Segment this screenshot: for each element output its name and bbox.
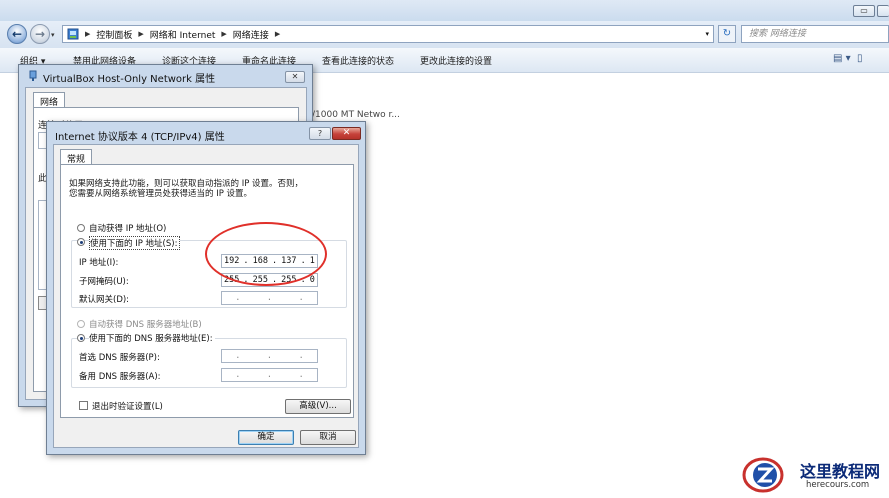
octet-dot: . <box>298 293 304 303</box>
cancel-button[interactable]: 取消 <box>300 430 356 445</box>
ipv4-properties-dialog: Internet 协议版本 4 (TCP/IPv4) 属性 ? ✕ 常规 如果网… <box>46 121 366 455</box>
breadcrumb-network-connections[interactable]: 网络连接 <box>233 28 269 41</box>
dns-auto-radio[interactable] <box>77 320 85 328</box>
refresh-icon[interactable]: ↻ <box>718 25 736 43</box>
ipv4-close-button[interactable]: ✕ <box>332 127 361 140</box>
octet-dot: . <box>235 370 241 380</box>
view-status-command[interactable]: 查看此连接的状态 <box>322 54 394 67</box>
watermark-title: 这里教程网 <box>800 462 881 481</box>
help-button[interactable]: ? <box>309 127 331 140</box>
change-settings-command[interactable]: 更改此连接的设置 <box>420 54 492 67</box>
address-dropdown-icon[interactable]: ▾ <box>705 30 709 38</box>
alternate-dns-input[interactable]: ... <box>221 368 318 382</box>
explorer-title-bar: ▭ <box>0 0 889 21</box>
octet-dot: . <box>266 370 273 380</box>
ip-auto-label: 自动获得 IP 地址(O) <box>89 224 167 234</box>
preferred-dns-input[interactable]: ... <box>221 349 318 363</box>
gateway-label: 默认网关(D): <box>79 295 130 305</box>
address-bar-strip: ← → ▾ ▶ 控制面板 ▶ 网络和 Internet ▶ 网络连接 ▶ ▾ ↻… <box>0 21 889 48</box>
subnet-mask-label: 子网掩码(U): <box>79 277 129 287</box>
octet-dot: . <box>235 351 241 361</box>
crumb-separator: ▶ <box>221 30 227 38</box>
adapter-description: /1000 MT Netwo r... <box>312 110 400 120</box>
ipv4-dialog-title: Internet 协议版本 4 (TCP/IPv4) 属性 <box>55 132 225 143</box>
advanced-button[interactable]: 高级(V)... <box>285 399 351 414</box>
dns-manual-radio[interactable] <box>77 334 85 342</box>
breadcrumb-control-panel[interactable]: 控制面板 <box>96 28 132 41</box>
octet-dot: . <box>266 293 273 303</box>
ip-manual-radio[interactable] <box>77 238 85 246</box>
vbox-dialog-title: VirtualBox Host-Only Network 属性 <box>43 74 216 85</box>
intro-text-line2: 您需要从网络系统管理员处获得适当的 IP 设置。 <box>69 189 253 199</box>
crumb-separator: ▶ <box>274 30 281 38</box>
ipv4-dialog-body: 常规 如果网络支持此功能，则可以获取自动指派的 IP 设置。否则， 您需要从网络… <box>53 144 359 448</box>
history-dropdown-icon[interactable]: ▾ <box>51 31 55 39</box>
preferred-dns-label: 首选 DNS 服务器(P): <box>79 353 160 363</box>
validate-on-exit-label: 退出时验证设置(L) <box>92 402 163 412</box>
ip-auto-radio[interactable] <box>77 224 85 232</box>
dns-manual-label: 使用下面的 DNS 服务器地址(E): <box>89 332 215 344</box>
validate-on-exit-checkbox[interactable] <box>79 401 88 410</box>
octet-dot: . <box>235 293 241 303</box>
ok-button[interactable]: 确定 <box>238 430 294 445</box>
alternate-dns-label: 备用 DNS 服务器(A): <box>79 372 161 382</box>
breadcrumb-network-internet[interactable]: 网络和 Internet <box>150 28 216 41</box>
network-adapter-icon <box>29 70 37 81</box>
control-panel-icon <box>67 28 79 40</box>
general-tab-panel: 如果网络支持此功能，则可以获取自动指派的 IP 设置。否则， 您需要从网络系统管… <box>60 164 354 418</box>
dns-auto-label: 自动获得 DNS 服务器地址(B) <box>89 320 202 330</box>
ip-address-label: IP 地址(I): <box>79 258 119 268</box>
view-options-icon[interactable]: ▤ ▾ ▯ <box>833 53 863 64</box>
maximize-button[interactable] <box>877 5 889 17</box>
watermark-url: herecours.com <box>806 480 870 490</box>
back-arrow-icon[interactable]: ← <box>7 24 27 44</box>
gateway-input[interactable]: ... <box>221 291 318 305</box>
octet-dot: . <box>266 351 273 361</box>
address-field[interactable]: ▶ 控制面板 ▶ 网络和 Internet ▶ 网络连接 ▶ ▾ <box>62 25 714 43</box>
crumb-separator: ▶ <box>138 30 144 38</box>
search-input[interactable]: 搜索 网络连接 <box>741 25 889 43</box>
tab-network[interactable]: 网络 <box>33 92 66 108</box>
vbox-close-button[interactable]: ✕ <box>285 71 305 83</box>
forward-arrow-icon[interactable]: → <box>30 24 50 44</box>
mask-octet-4: 0 <box>309 275 315 285</box>
octet-dot: . <box>298 351 304 361</box>
site-logo-icon <box>742 457 784 493</box>
crumb-separator: ▶ <box>85 30 91 38</box>
ip-manual-label: 使用下面的 IP 地址(S): <box>89 236 181 250</box>
octet-dot: . <box>298 370 304 380</box>
annotation-ellipse <box>205 222 327 286</box>
minimize-button[interactable]: ▭ <box>853 5 875 17</box>
tab-general[interactable]: 常规 <box>60 149 93 165</box>
